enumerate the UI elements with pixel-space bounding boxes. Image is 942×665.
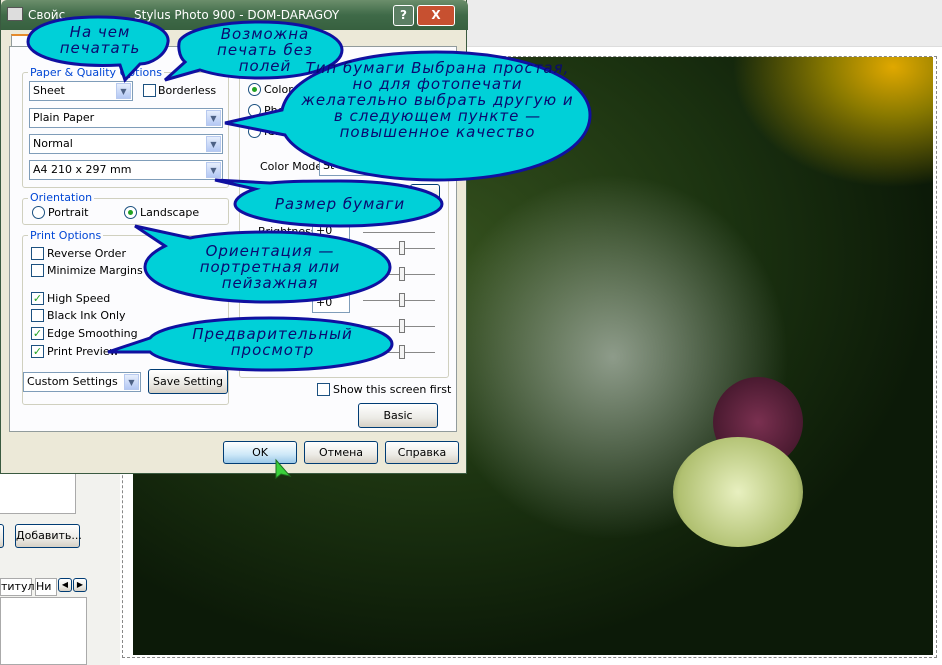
- callout-where-text: На чем печатать: [59, 23, 141, 57]
- callout-preview-text: Предварительный просмотр: [192, 325, 353, 359]
- callout-orientation-text: Ориентация — портретная или пейзажная: [199, 242, 341, 292]
- callout-paper-type-text: Тип бумаги Выбрана простая, но для фотоп…: [301, 59, 574, 141]
- callout-paper-size-text: Размер бумаги: [274, 195, 406, 213]
- mouse-cursor-icon: [275, 458, 292, 480]
